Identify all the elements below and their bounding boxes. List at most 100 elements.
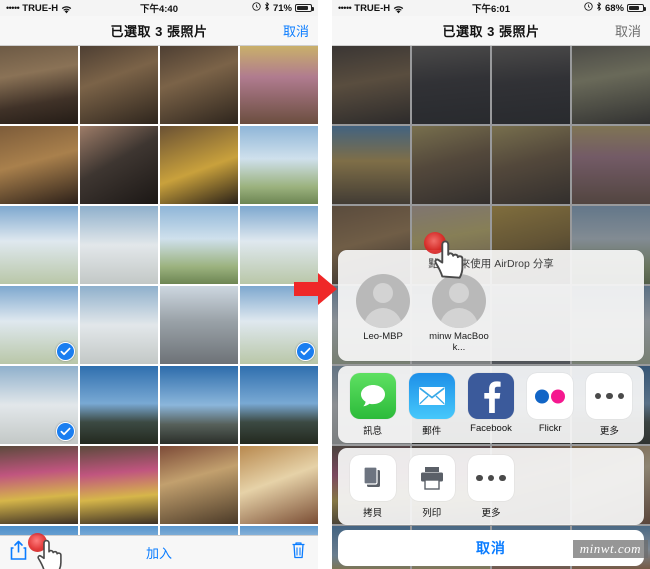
wifi-icon bbox=[393, 5, 404, 14]
share-app-label: Flickr bbox=[538, 423, 562, 434]
photo-cell[interactable] bbox=[160, 286, 238, 364]
photo-cell[interactable] bbox=[240, 126, 318, 204]
photo-cell[interactable] bbox=[0, 126, 78, 204]
nav-bar-left: 已選取 3 張照片 取消 bbox=[0, 16, 318, 46]
share-app-label: Facebook bbox=[470, 423, 512, 434]
photo-cell[interactable] bbox=[0, 206, 78, 284]
share-action-more[interactable]: 更多 bbox=[461, 455, 520, 519]
share-action-label: 更多 bbox=[481, 508, 501, 519]
photo-thumbnail bbox=[80, 126, 158, 204]
photo-cell[interactable] bbox=[80, 446, 158, 524]
share-apps-card: 訊息 郵件 Facebook Flickr 更多 bbox=[338, 366, 644, 443]
selected-check-icon bbox=[56, 422, 75, 441]
photo-cell[interactable] bbox=[160, 366, 238, 444]
photo-thumbnail bbox=[160, 206, 238, 284]
photo-cell[interactable] bbox=[160, 46, 238, 124]
photo-thumbnail bbox=[240, 126, 318, 204]
watermark-label: minwt.com bbox=[572, 540, 648, 558]
share-action-print[interactable]: 列印 bbox=[402, 455, 461, 519]
airdrop-card: 點一下來使用 AirDrop 分享 Leo-MBP minw MacBook..… bbox=[338, 250, 644, 361]
photo-thumbnail bbox=[160, 366, 238, 444]
trash-button[interactable] bbox=[291, 541, 306, 564]
photo-cell[interactable] bbox=[0, 286, 78, 364]
photo-thumbnail bbox=[160, 446, 238, 524]
battery-percent-label: 71% bbox=[272, 2, 292, 14]
share-app-mail[interactable]: 郵件 bbox=[402, 373, 461, 437]
alarm-icon bbox=[584, 2, 593, 14]
status-bar-left: ••••• TRUE-H 下午4:40 71% bbox=[0, 0, 318, 16]
photo-grid-left[interactable] bbox=[0, 46, 318, 569]
share-actions-row: 拷貝 列印 更多 bbox=[338, 448, 644, 525]
cancel-button[interactable]: 取消 bbox=[283, 21, 309, 40]
phone-screen-left: ••••• TRUE-H 下午4:40 71% 已選取 3 張照片 取消 加入 bbox=[0, 0, 318, 569]
battery-icon bbox=[295, 4, 314, 12]
facebook-icon bbox=[468, 373, 514, 419]
battery-percent-label: 68% bbox=[604, 2, 624, 14]
photo-thumbnail bbox=[160, 286, 238, 364]
bluetooth-icon bbox=[264, 1, 270, 14]
status-left-group: ••••• TRUE-H bbox=[6, 3, 72, 14]
airdrop-hint-label: 點一下來使用 AirDrop 分享 bbox=[428, 258, 554, 270]
share-app-label: 訊息 bbox=[363, 426, 383, 437]
photo-cell[interactable] bbox=[160, 206, 238, 284]
photo-cell[interactable] bbox=[160, 446, 238, 524]
photo-cell[interactable] bbox=[80, 286, 158, 364]
photo-thumbnail bbox=[0, 126, 78, 204]
photo-cell[interactable] bbox=[160, 126, 238, 204]
photo-cell[interactable] bbox=[80, 46, 158, 124]
nav-bar-right: 已選取 3 張照片 取消 bbox=[332, 16, 650, 46]
carrier-label: TRUE-H bbox=[354, 2, 391, 14]
person-avatar-icon bbox=[356, 274, 410, 328]
photo-cell[interactable] bbox=[240, 46, 318, 124]
airdrop-contact[interactable]: Leo-MBP bbox=[352, 274, 414, 353]
photo-thumbnail bbox=[0, 206, 78, 284]
status-left-group-right: ••••• TRUE-H bbox=[338, 3, 404, 14]
share-app-flickr[interactable]: Flickr bbox=[521, 373, 580, 437]
photo-thumbnail bbox=[0, 46, 78, 124]
photo-cell[interactable] bbox=[0, 446, 78, 524]
share-action-label: 拷貝 bbox=[363, 508, 383, 519]
share-apps-row: 訊息 郵件 Facebook Flickr 更多 bbox=[338, 366, 644, 443]
share-app-more[interactable]: 更多 bbox=[580, 373, 639, 437]
more-icon bbox=[586, 373, 633, 419]
add-button[interactable]: 加入 bbox=[0, 543, 318, 562]
print-icon bbox=[408, 455, 455, 501]
screenshot-stage: ••••• TRUE-H 下午4:40 71% 已選取 3 張照片 取消 加入 … bbox=[0, 0, 650, 569]
photo-cell[interactable] bbox=[0, 366, 78, 444]
bluetooth-icon bbox=[596, 1, 602, 14]
share-app-facebook[interactable]: Facebook bbox=[461, 373, 520, 437]
alarm-icon bbox=[252, 2, 261, 14]
airdrop-contact-label: minw MacBook... bbox=[429, 331, 489, 353]
share-action-label: 列印 bbox=[422, 508, 442, 519]
signal-dots-icon: ••••• bbox=[338, 3, 352, 13]
mail-icon bbox=[408, 373, 455, 419]
photo-thumbnail bbox=[80, 286, 158, 364]
photo-thumbnail bbox=[80, 46, 158, 124]
airdrop-contact[interactable]: minw MacBook... bbox=[428, 274, 490, 353]
signal-dots-icon: ••••• bbox=[6, 3, 20, 13]
photo-thumbnail bbox=[160, 126, 238, 204]
share-sheet: 點一下來使用 AirDrop 分享 Leo-MBP minw MacBook..… bbox=[338, 250, 644, 566]
status-right-group-right: 68% bbox=[584, 1, 646, 14]
share-cancel-label: 取消 bbox=[476, 540, 506, 556]
share-app-messages[interactable]: 訊息 bbox=[343, 373, 402, 437]
share-actions-card: 拷貝 列印 更多 bbox=[338, 448, 644, 525]
share-action-copy[interactable]: 拷貝 bbox=[343, 455, 402, 519]
photo-cell[interactable] bbox=[80, 366, 158, 444]
person-avatar-icon bbox=[432, 274, 486, 328]
page-title: 已選取 3 張照片 bbox=[442, 24, 540, 39]
photo-cell[interactable] bbox=[80, 126, 158, 204]
more-icon bbox=[467, 455, 514, 501]
photo-cell[interactable] bbox=[0, 46, 78, 124]
messages-icon bbox=[349, 373, 396, 419]
photo-cell[interactable] bbox=[80, 206, 158, 284]
selected-check-icon bbox=[56, 342, 75, 361]
photo-cell[interactable] bbox=[240, 366, 318, 444]
photo-cell[interactable] bbox=[240, 446, 318, 524]
status-right-group: 71% bbox=[252, 1, 314, 14]
photo-thumbnail bbox=[240, 366, 318, 444]
page-title: 已選取 3 張照片 bbox=[110, 24, 208, 39]
cancel-button[interactable]: 取消 bbox=[615, 21, 641, 40]
red-right-arrow-icon bbox=[294, 272, 338, 306]
status-bar-right: ••••• TRUE-H 下午6:01 68% bbox=[332, 0, 650, 16]
